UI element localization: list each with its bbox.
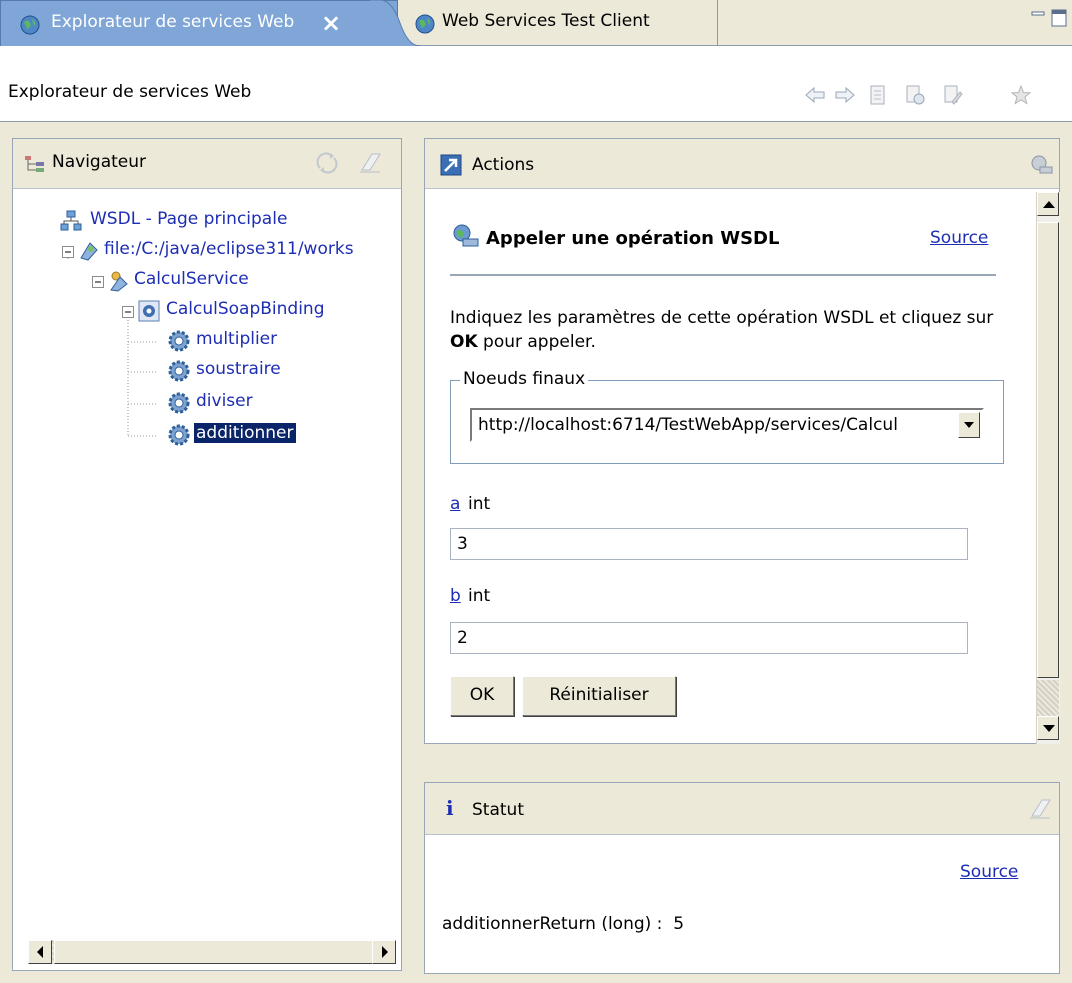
globe-icon (415, 14, 435, 34)
tab-label: Explorateur de services Web (51, 12, 295, 32)
collapse-icon[interactable] (122, 306, 134, 318)
endpoints-legend: Noeuds finaux (460, 369, 589, 389)
minimize-maximize-icons[interactable] (1030, 8, 1068, 28)
wsdl-main-icon (60, 210, 82, 231)
clear-eraser-icon[interactable] (1028, 796, 1054, 822)
tree-node-calcul-soap-binding[interactable]: CalculSoapBinding (166, 299, 325, 319)
status-source-link[interactable]: Source (960, 862, 1018, 882)
lock-page-icon[interactable] (942, 84, 964, 106)
vscroll-track (1037, 680, 1059, 716)
param-a-link[interactable]: a (450, 494, 460, 514)
param-b-input[interactable]: 2 (450, 622, 968, 654)
favorite-star-icon[interactable] (1010, 84, 1032, 106)
tab-web-services-test-client[interactable]: Web Services Test Client (398, 0, 718, 46)
wsdl-file-icon (80, 242, 98, 261)
tree-node-wsdl-main[interactable]: WSDL - Page principale (90, 209, 287, 229)
chevron-down-icon (964, 422, 974, 428)
binding-icon (138, 300, 160, 322)
forward-arrow-icon[interactable] (834, 84, 856, 106)
scroll-up-button[interactable] (1037, 192, 1059, 216)
invoke-operation-icon (453, 224, 479, 247)
ok-button[interactable]: OK (450, 676, 514, 716)
back-arrow-icon[interactable] (804, 84, 826, 106)
window-title: Explorateur de services Web (8, 82, 252, 102)
wsdl-invoke-icon[interactable] (1030, 154, 1054, 176)
param-b-type: int (468, 586, 491, 606)
scroll-down-button[interactable] (1037, 716, 1059, 740)
service-icon (110, 271, 128, 292)
page-refresh-icon[interactable] (904, 84, 926, 106)
status-title: Statut (472, 800, 524, 820)
scroll-left-button[interactable] (28, 940, 52, 964)
endpoint-select-value: http://localhost:6714/TestWebApp/service… (478, 415, 898, 435)
arrow-up-icon (1043, 201, 1055, 208)
globe-icon (20, 15, 40, 35)
tree-node-calcul-service[interactable]: CalculService (134, 269, 249, 289)
tree-node-diviser[interactable]: diviser (196, 391, 253, 411)
arrow-down-icon (1043, 725, 1055, 732)
select-dropdown-button[interactable] (958, 412, 980, 438)
collapse-icon[interactable] (92, 276, 104, 288)
tree-node-additionner[interactable]: additionner (194, 423, 296, 443)
tab-label: Web Services Test Client (442, 11, 650, 31)
param-a-type: int (468, 494, 491, 514)
clear-eraser-icon[interactable] (358, 150, 384, 176)
operation-gear-icon (168, 360, 190, 382)
sync-icon[interactable] (314, 150, 340, 176)
operation-gear-icon (168, 424, 190, 446)
navigator-tree-icon (25, 156, 44, 172)
arrow-left-icon (37, 946, 43, 958)
arrow-right-icon (382, 946, 388, 958)
vscroll-thumb[interactable] (1037, 222, 1059, 678)
collapse-icon[interactable] (62, 246, 74, 258)
tab-explorateur[interactable]: Explorateur de services Web × (0, 0, 398, 46)
operation-gear-icon (168, 330, 190, 352)
tree-node-wsdl-file[interactable]: file:/C:/java/eclipse311/works (104, 239, 354, 259)
page-icon[interactable] (866, 84, 888, 106)
actions-arrow-icon (440, 154, 462, 176)
actions-title: Actions (472, 155, 535, 175)
instruction-text: Indiquez les paramètres de cette opérati… (450, 308, 994, 352)
endpoint-select[interactable]: http://localhost:6714/TestWebApp/service… (470, 408, 984, 442)
navigator-title: Navigateur (52, 152, 147, 172)
source-link[interactable]: Source (930, 228, 988, 248)
operation-gear-icon (168, 392, 190, 414)
param-b-link[interactable]: b (450, 586, 461, 606)
tab-close-icon[interactable]: × (321, 9, 341, 37)
tree-node-soustraire[interactable]: soustraire (196, 359, 281, 379)
operation-heading: Appeler une opération WSDL (486, 228, 780, 249)
status-result: additionnerReturn (long) : 5 (442, 914, 685, 934)
param-a-input[interactable]: 3 (450, 528, 968, 560)
scroll-right-button[interactable] (372, 940, 396, 964)
heading-divider (450, 274, 996, 276)
info-icon: i (446, 796, 454, 820)
tree-node-multiplier[interactable]: multiplier (196, 329, 277, 349)
reset-button[interactable]: Réinitialiser (522, 676, 676, 716)
hscroll-thumb[interactable] (54, 940, 374, 964)
